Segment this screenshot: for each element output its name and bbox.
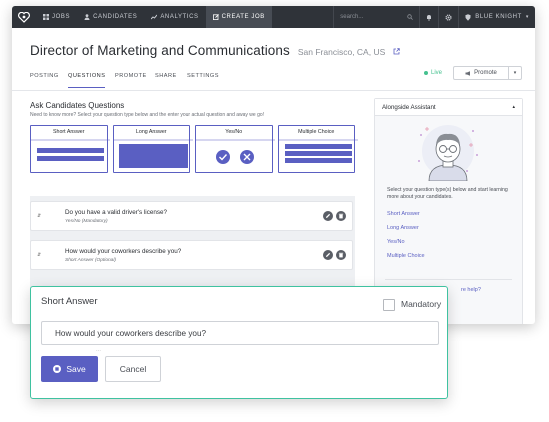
delete-icon[interactable]	[336, 250, 346, 260]
nav-jobs-label: JOBS	[52, 14, 71, 20]
nav-analytics-label: ANALYTICS	[160, 14, 199, 20]
question-meta: Short Answer (Optional)	[65, 258, 117, 263]
assistant-avatar-icon	[418, 125, 478, 181]
shield-icon	[465, 13, 471, 21]
save-label: Save	[66, 364, 86, 374]
questions-panel: Ask Candidates Questions Need to know mo…	[30, 101, 358, 173]
user-name: BLUE KNIGHT	[475, 14, 522, 20]
assistant-intro: Select your question type(s) below and s…	[387, 187, 508, 200]
drag-handle-icon[interactable]: ⇵	[37, 252, 41, 258]
tab-settings[interactable]: SETTINGS	[187, 73, 219, 79]
job-location: San Francisco, CA, US	[297, 47, 386, 57]
short-answer-illustration-icon	[31, 139, 110, 161]
assistant-link-long-answer[interactable]: Long Answer	[387, 225, 419, 231]
nav-jobs[interactable]: JOBS	[36, 6, 77, 28]
delete-icon[interactable]	[336, 211, 346, 221]
tab-share[interactable]: SHARE	[155, 73, 177, 79]
tab-posting[interactable]: POSTING	[30, 73, 59, 79]
person-icon	[84, 14, 90, 20]
edit-icon[interactable]	[323, 250, 333, 260]
assistant-link-multiple-choice[interactable]: Multiple Choice	[387, 253, 425, 259]
tab-promote[interactable]: PROMOTE	[115, 73, 147, 79]
resize-handle-icon: ⋯	[96, 348, 102, 354]
mandatory-checkbox[interactable]	[383, 299, 395, 311]
gear-icon	[445, 13, 452, 21]
chevron-down-icon: ▾	[525, 14, 529, 20]
chart-icon	[151, 14, 158, 20]
status-badge: Live	[424, 70, 442, 76]
logo-icon[interactable]	[12, 6, 36, 28]
question-row[interactable]: ⇵ How would your coworkers describe you?…	[30, 240, 353, 270]
notifications-button[interactable]	[419, 6, 438, 28]
long-answer-illustration-icon	[113, 139, 193, 168]
user-menu[interactable]: BLUE KNIGHT ▾	[458, 6, 535, 28]
assistant-divider	[385, 279, 512, 280]
yes-no-illustration-icon	[196, 139, 275, 164]
nav-candidates-label: CANDIDATES	[93, 14, 138, 20]
settings-button[interactable]	[438, 6, 458, 28]
question-type-picker: Short Answer Long Answer Yes/No Multiple…	[30, 125, 358, 173]
cancel-button[interactable]: Cancel	[105, 356, 161, 382]
assistant-header[interactable]: Alongside Assistant ▴	[375, 99, 522, 116]
live-dot-icon	[424, 71, 428, 75]
type-card-yes-no[interactable]: Yes/No	[195, 125, 275, 173]
assistant-title: Alongside Assistant	[382, 103, 436, 111]
promote-dropdown-caret-icon[interactable]: ▾	[509, 67, 521, 79]
nav-analytics[interactable]: ANALYTICS	[144, 6, 205, 28]
drag-handle-icon[interactable]: ⇵	[37, 213, 41, 219]
tab-divider	[12, 90, 535, 91]
mandatory-label[interactable]: Mandatory	[401, 299, 441, 309]
promote-label: Promote	[474, 70, 497, 76]
edit-icon[interactable]	[323, 211, 333, 221]
type-card-short-answer[interactable]: Short Answer	[30, 125, 110, 173]
question-text: How would your coworkers describe you?	[65, 248, 182, 255]
section-subtitle: Need to know more? Select your question …	[30, 112, 265, 118]
short-answer-editor: Short Answer Mandatory How would your co…	[30, 286, 448, 399]
editor-title: Short Answer	[41, 296, 98, 307]
external-link-icon[interactable]	[393, 42, 400, 55]
question-meta: Yes/No (Mandatory)	[65, 219, 108, 224]
nav-create-job-label: CREATE JOB	[221, 14, 265, 20]
question-text: Do you have a valid driver's license?	[65, 209, 168, 216]
promote-main[interactable]: Promote	[454, 67, 509, 79]
edit-icon	[212, 14, 219, 20]
bell-icon	[427, 14, 432, 21]
promote-button[interactable]: Promote ▾	[453, 66, 522, 80]
app-window: JOBS CANDIDATES ANALYTICS CREATE JOB sea…	[12, 6, 535, 324]
section-title: Ask Candidates Questions	[30, 101, 125, 110]
megaphone-icon	[465, 70, 471, 76]
type-card-long-answer[interactable]: Long Answer	[112, 125, 193, 173]
save-icon	[53, 365, 62, 373]
nav-create-job[interactable]: CREATE JOB	[205, 6, 272, 28]
caret-up-icon[interactable]: ▴	[512, 104, 515, 110]
question-row[interactable]: ⇵ Do you have a valid driver's license? …	[30, 201, 353, 231]
question-input[interactable]: How would your coworkers describe you?	[41, 321, 439, 345]
assistant-link-yes-no[interactable]: Yes/No	[387, 239, 405, 245]
grid-icon	[43, 14, 49, 20]
search-input[interactable]: search...	[333, 6, 419, 28]
save-button[interactable]: Save	[41, 356, 98, 382]
search-icon	[407, 14, 414, 20]
type-card-multiple-choice[interactable]: Multiple Choice	[277, 125, 358, 173]
tab-bar: POSTING QUESTIONS PROMOTE SHARE SETTINGS…	[12, 58, 535, 91]
search-placeholder: search...	[340, 14, 364, 20]
job-header: Director of Marketing and Communications…	[12, 28, 535, 58]
live-label: Live	[431, 70, 443, 76]
assistant-link-short-answer[interactable]: Short Answer	[387, 211, 420, 217]
nav-candidates[interactable]: CANDIDATES	[77, 6, 144, 28]
top-nav-bar: JOBS CANDIDATES ANALYTICS CREATE JOB sea…	[12, 6, 535, 28]
tab-questions[interactable]: QUESTIONS	[68, 73, 106, 88]
page-title: Director of Marketing and Communications	[30, 43, 290, 58]
multiple-choice-illustration-icon	[278, 139, 358, 163]
assistant-help-link[interactable]: re help?	[461, 287, 481, 293]
